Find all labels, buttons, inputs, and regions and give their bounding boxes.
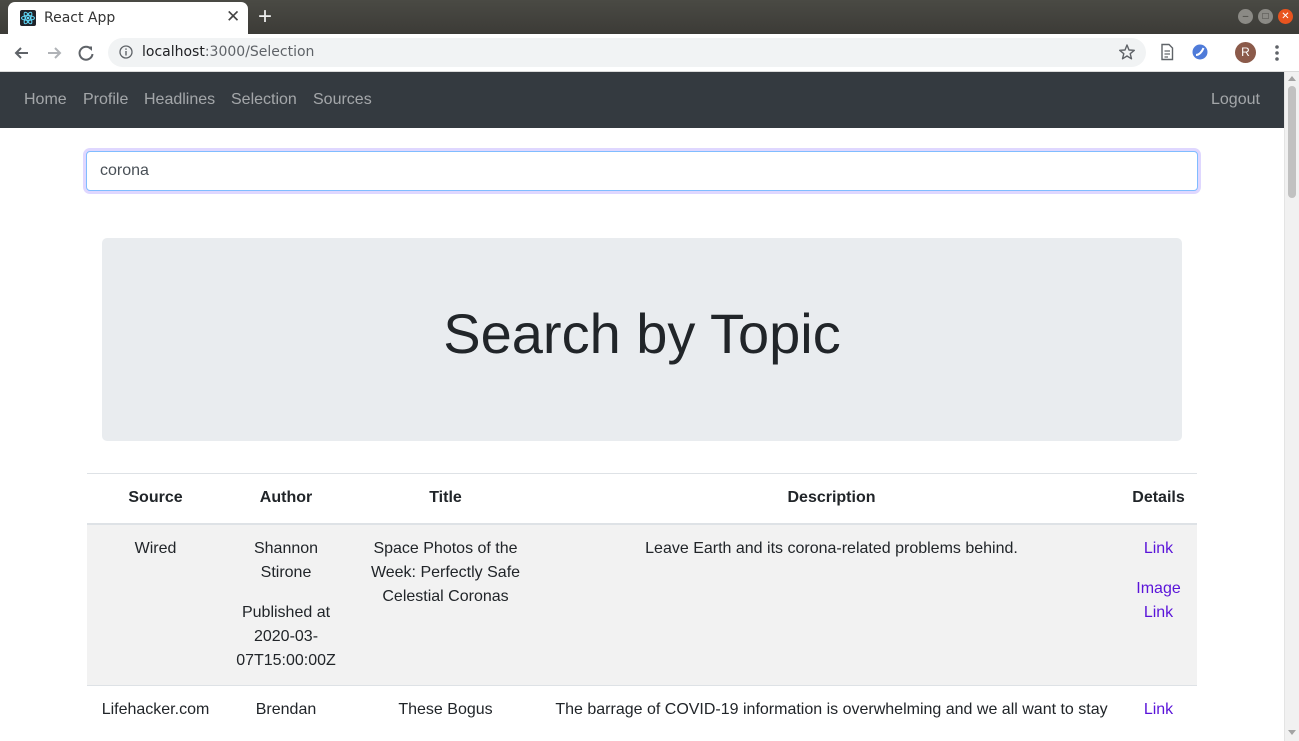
cell-description: Leave Earth and its corona-related probl…: [543, 523, 1120, 685]
author-name: Shannon Stirone: [253, 539, 319, 581]
table-header-row: Source Author Title Description Details: [87, 473, 1197, 525]
article-link[interactable]: Link: [1130, 537, 1187, 561]
browser-menu-icon[interactable]: [1270, 43, 1284, 63]
header-author: Author: [224, 473, 348, 525]
cell-description: The barrage of COVID-19 information is o…: [543, 684, 1120, 734]
document-extension-icon[interactable]: [1158, 43, 1176, 61]
browser-toolbar: localhost:3000/Selection R: [0, 34, 1299, 72]
info-icon[interactable]: [119, 45, 133, 59]
scroll-down-arrow-icon[interactable]: [1288, 730, 1296, 735]
scrollbar-thumb[interactable]: [1288, 86, 1296, 198]
jumbotron: Search by Topic: [102, 238, 1182, 441]
minimize-window-icon[interactable]: –: [1238, 9, 1253, 24]
header-description: Description: [543, 473, 1120, 525]
article-link[interactable]: Link: [1130, 698, 1187, 722]
header-source: Source: [87, 473, 224, 525]
back-arrow-icon[interactable]: [11, 42, 33, 64]
close-window-icon[interactable]: ✕: [1278, 9, 1293, 24]
nav-selection[interactable]: Selection: [231, 90, 297, 110]
cell-title: Space Photos of the Week: Perfectly Safe…: [348, 523, 543, 685]
address-bar[interactable]: localhost:3000/Selection: [108, 38, 1146, 67]
header-title: Title: [348, 473, 543, 525]
cell-title: These Bogus: [348, 684, 543, 734]
header-details: Details: [1120, 473, 1197, 525]
cell-details: Link Image Link: [1120, 523, 1197, 685]
reload-icon[interactable]: [75, 42, 97, 64]
topic-search-input[interactable]: [86, 151, 1198, 191]
profile-avatar[interactable]: R: [1235, 42, 1256, 63]
extension-icon[interactable]: [1191, 43, 1209, 61]
published-date: Published at 2020-03-07T15:00:00Z: [236, 603, 336, 669]
forward-arrow-icon[interactable]: [43, 42, 65, 64]
image-link[interactable]: Image Link: [1130, 577, 1187, 625]
cell-author: Shannon Stirone Published at 2020-03-07T…: [224, 523, 348, 685]
react-logo-icon: [20, 10, 36, 26]
url-text: localhost:3000/Selection: [142, 44, 314, 60]
cell-source: Wired: [87, 523, 224, 685]
nav-sources[interactable]: Sources: [313, 90, 372, 110]
cell-details: Link: [1120, 684, 1197, 734]
vertical-scrollbar[interactable]: [1284, 72, 1299, 741]
cell-source: Lifehacker.com: [87, 684, 224, 734]
results-table: Source Author Title Description Details …: [87, 473, 1197, 734]
url-host: localhost: [142, 44, 205, 60]
browser-tab[interactable]: React App ✕: [8, 2, 248, 34]
table-row: Wired Shannon Stirone Published at 2020-…: [87, 523, 1197, 685]
new-tab-icon[interactable]: +: [258, 3, 272, 31]
close-tab-icon[interactable]: ✕: [226, 8, 240, 26]
url-path: :3000/Selection: [204, 44, 315, 60]
maximize-window-icon[interactable]: □: [1258, 9, 1273, 24]
page-viewport: Home Profile Headlines Selection Sources…: [0, 72, 1284, 741]
top-navbar: Home Profile Headlines Selection Sources…: [0, 72, 1284, 128]
bookmark-star-icon[interactable]: [1118, 43, 1136, 61]
logout-link[interactable]: Logout: [1211, 90, 1260, 110]
cell-author: Brendan: [224, 684, 348, 734]
scroll-up-arrow-icon[interactable]: [1288, 76, 1296, 81]
browser-titlebar: React App ✕ + – □ ✕: [0, 0, 1299, 34]
page-title: Search by Topic: [443, 302, 841, 365]
tab-title: React App: [44, 10, 116, 26]
table-row: Lifehacker.com Brendan These Bogus The b…: [87, 684, 1197, 734]
nav-headlines[interactable]: Headlines: [144, 90, 215, 110]
nav-home[interactable]: Home: [24, 90, 67, 110]
nav-profile[interactable]: Profile: [83, 90, 128, 110]
